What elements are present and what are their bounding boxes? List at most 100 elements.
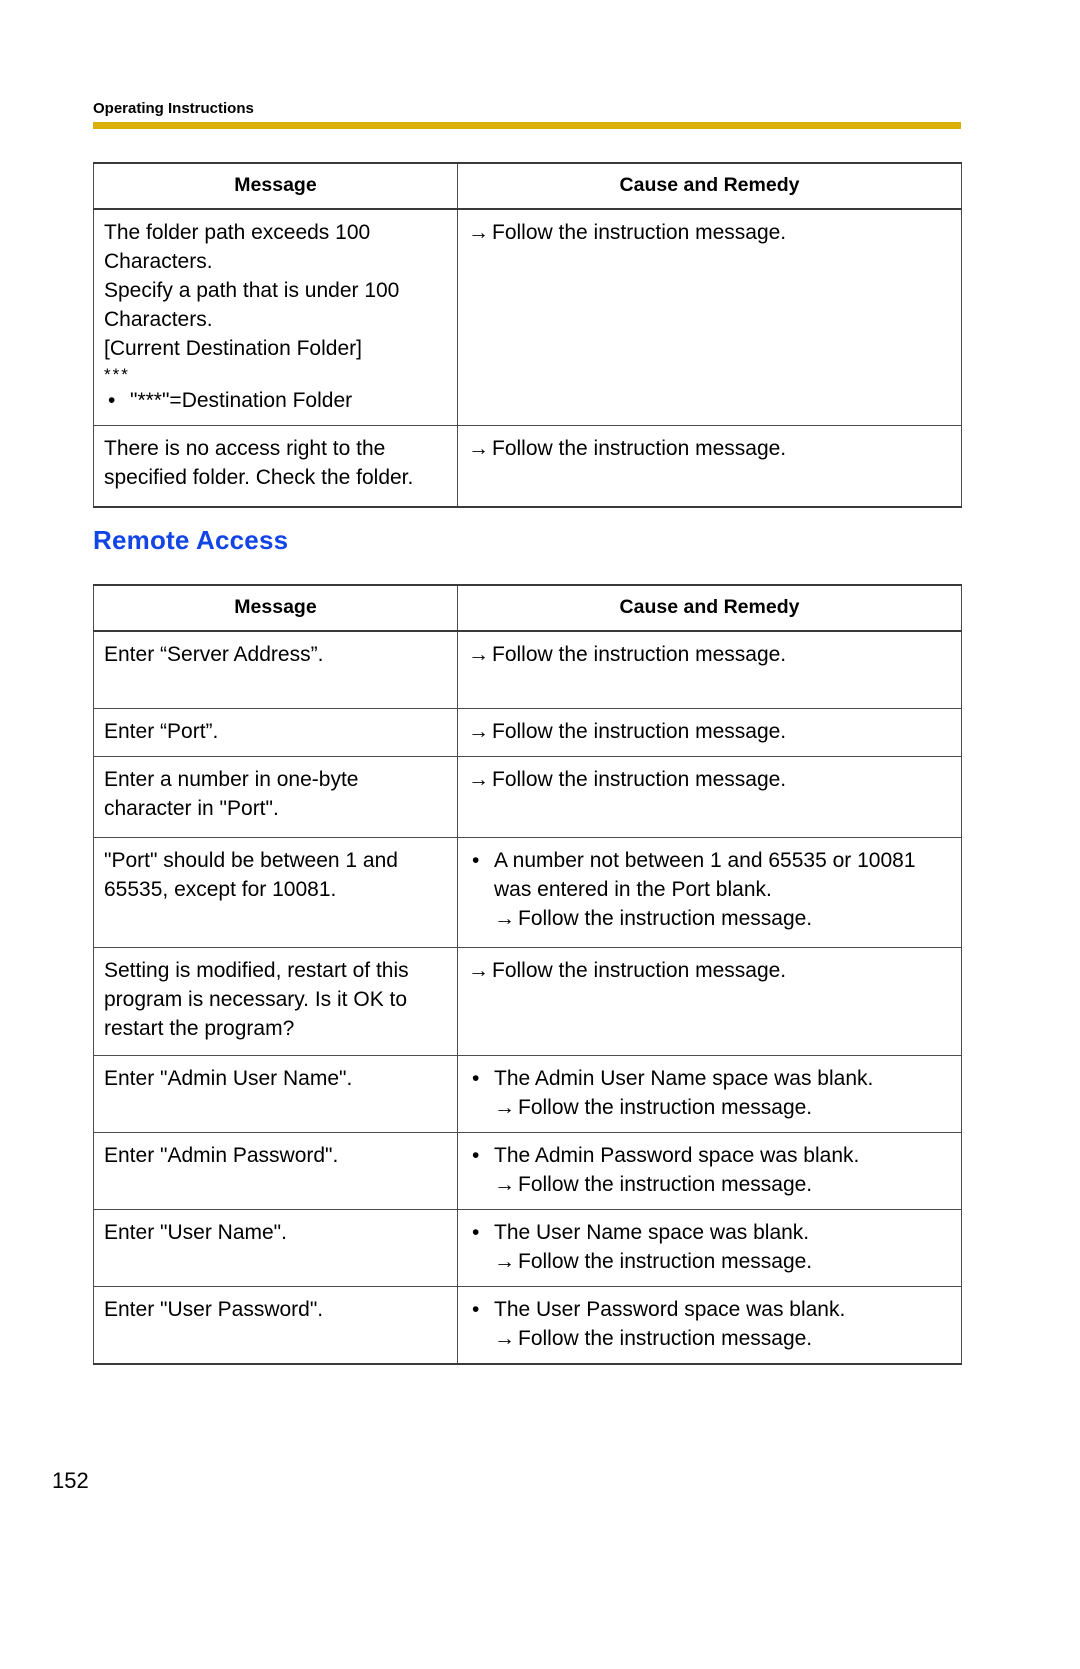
cause-bullet-list: • The Admin Password space was blank.: [468, 1141, 951, 1170]
message-cell: "Port" should be between 1 and 65535, ex…: [93, 837, 458, 948]
list-item: • The Admin Password space was blank.: [468, 1141, 951, 1170]
table-row: "Port" should be between 1 and 65535, ex…: [93, 837, 962, 948]
arrow-right-icon: →: [494, 1096, 515, 1119]
list-item-label: "***"=Destination Folder: [130, 389, 353, 412]
arrow-right-icon: →: [468, 221, 489, 244]
remedy-label: Follow the instruction message.: [492, 720, 787, 743]
message-text: The folder path exceeds 100 Characters.: [104, 221, 371, 273]
remedy-label: Follow the instruction message.: [492, 437, 787, 460]
remedy-line: → Follow the instruction message.: [468, 1093, 951, 1122]
column-header-message: Message: [93, 162, 458, 210]
message-text: Enter “Server Address”.: [104, 643, 324, 666]
table-row: The folder path exceeds 100 Characters. S…: [93, 208, 962, 426]
message-text: Setting is modified, restart of this pro…: [104, 959, 409, 1040]
remedy-label: Follow the instruction message.: [492, 221, 787, 244]
cause-bullet-list: • The Admin User Name space was blank.: [468, 1064, 951, 1093]
message-text: Enter "Admin Password".: [104, 1144, 339, 1167]
remedy-label: Follow the instruction message.: [492, 643, 787, 666]
arrow-right-icon: →: [468, 768, 489, 791]
message-cell: Enter "User Name".: [93, 1209, 458, 1287]
remedy-line: → Follow the instruction message.: [468, 218, 951, 247]
bullet-icon: •: [472, 1221, 480, 1244]
cause-cell: • The Admin Password space was blank. → Fol…: [457, 1132, 962, 1210]
message-cell: Enter “Port”.: [93, 708, 458, 757]
running-header-title: Operating Instructions: [93, 100, 254, 117]
page-number: 152: [52, 1468, 89, 1493]
cause-cell: → Follow the instruction message.: [457, 756, 962, 838]
remedy-line: → Follow the instruction message.: [468, 434, 951, 463]
message-cell: Enter "Admin Password".: [93, 1132, 458, 1210]
remedy-label: Follow the instruction message.: [492, 768, 787, 791]
list-item: • The User Name space was blank.: [468, 1218, 951, 1247]
remedy-line: → Follow the instruction message.: [468, 640, 951, 669]
cause-cell: • The User Password space was blank. → Foll…: [457, 1286, 962, 1365]
remedy-line: → Follow the instruction message.: [468, 765, 951, 794]
arrow-right-icon: →: [468, 720, 489, 743]
message-asterisks: ***: [104, 365, 130, 384]
section-heading-remote-access: Remote Access: [93, 525, 289, 555]
arrow-right-icon: →: [494, 1250, 515, 1273]
cause-cell: → Follow the instruction message.: [457, 947, 962, 1056]
column-header-cause: Cause and Remedy: [457, 584, 962, 632]
running-header: Operating Instructions: [93, 100, 961, 129]
table-row: Enter “Port”. → Follow the instruction mes…: [93, 708, 962, 757]
remedy-line: → Follow the instruction message.: [468, 956, 951, 985]
message-text: Enter "User Password".: [104, 1298, 324, 1321]
arrow-right-icon: →: [494, 907, 515, 930]
message-text: Specify a path that is under 100 Charact…: [104, 279, 400, 331]
table-row: Enter “Server Address”. → Follow the instr…: [93, 630, 962, 709]
remedy-label: Follow the instruction message.: [492, 959, 787, 982]
table-row: Enter "User Password". • The User Password…: [93, 1286, 962, 1365]
message-bullet-list: • "***"=Destination Folder: [104, 386, 447, 415]
bullet-icon: •: [108, 389, 116, 412]
list-item: • A number not between 1 and 65535 or 100…: [468, 846, 951, 904]
table-row: Enter "User Name". • The User Name space w…: [93, 1209, 962, 1287]
remedy-line: → Follow the instruction message.: [468, 1324, 951, 1353]
message-cell: Enter “Server Address”.: [93, 630, 458, 709]
column-header-message: Message: [93, 584, 458, 632]
arrow-right-icon: →: [494, 1327, 515, 1350]
message-text: Enter "User Name".: [104, 1221, 287, 1244]
table-row: Enter "Admin User Name". • The Admin User …: [93, 1055, 962, 1133]
list-item-label: A number not between 1 and 65535 or 1008…: [494, 849, 916, 901]
message-text: There is no access right to the specifie…: [104, 437, 414, 489]
table-row: Setting is modified, restart of this pro…: [93, 947, 962, 1056]
list-item-label: The Admin User Name space was blank.: [494, 1067, 874, 1090]
list-item: • "***"=Destination Folder: [104, 386, 447, 415]
remedy-label: Follow the instruction message.: [518, 1327, 813, 1350]
remedy-label: Follow the instruction message.: [518, 1250, 813, 1273]
file-transfer-message-table: Message Cause and Remedy The folder path…: [93, 162, 962, 508]
message-text: "Port" should be between 1 and 65535, ex…: [104, 849, 398, 901]
table-row: Enter a number in one-byte character in …: [93, 756, 962, 838]
message-cell: There is no access right to the specifie…: [93, 425, 458, 508]
message-cell: Enter "Admin User Name".: [93, 1055, 458, 1133]
remedy-line: → Follow the instruction message.: [468, 1170, 951, 1199]
remedy-line: → Follow the instruction message.: [468, 904, 951, 933]
table-row: There is no access right to the specifie…: [93, 425, 962, 508]
cause-cell: → Follow the instruction message.: [457, 208, 962, 426]
remedy-label: Follow the instruction message.: [518, 1096, 813, 1119]
arrow-right-icon: →: [468, 643, 489, 666]
table-header-row: Message Cause and Remedy: [93, 162, 962, 210]
bullet-icon: •: [472, 849, 480, 872]
cause-bullet-list: • A number not between 1 and 65535 or 100…: [468, 846, 951, 904]
column-header-cause: Cause and Remedy: [457, 162, 962, 210]
remedy-label: Follow the instruction message.: [518, 1173, 813, 1196]
cause-cell: • The User Name space was blank. → Follow t…: [457, 1209, 962, 1287]
remedy-line: → Follow the instruction message.: [468, 717, 951, 746]
list-item-label: The Admin Password space was blank.: [494, 1144, 860, 1167]
bullet-icon: •: [472, 1067, 480, 1090]
cause-cell: → Follow the instruction message.: [457, 630, 962, 709]
arrow-right-icon: →: [468, 959, 489, 982]
bullet-icon: •: [472, 1144, 480, 1167]
message-text: Enter "Admin User Name".: [104, 1067, 353, 1090]
remedy-label: Follow the instruction message.: [518, 907, 813, 930]
message-text: [Current Destination Folder]: [104, 337, 362, 360]
remedy-line: → Follow the instruction message.: [468, 1247, 951, 1276]
message-cell: The folder path exceeds 100 Characters. S…: [93, 208, 458, 426]
document-page: Operating Instructions Message Cause and…: [0, 0, 1080, 1669]
bullet-icon: •: [472, 1298, 480, 1321]
message-cell: Setting is modified, restart of this pro…: [93, 947, 458, 1056]
message-text: Enter “Port”.: [104, 720, 219, 743]
cause-bullet-list: • The User Password space was blank.: [468, 1295, 951, 1324]
